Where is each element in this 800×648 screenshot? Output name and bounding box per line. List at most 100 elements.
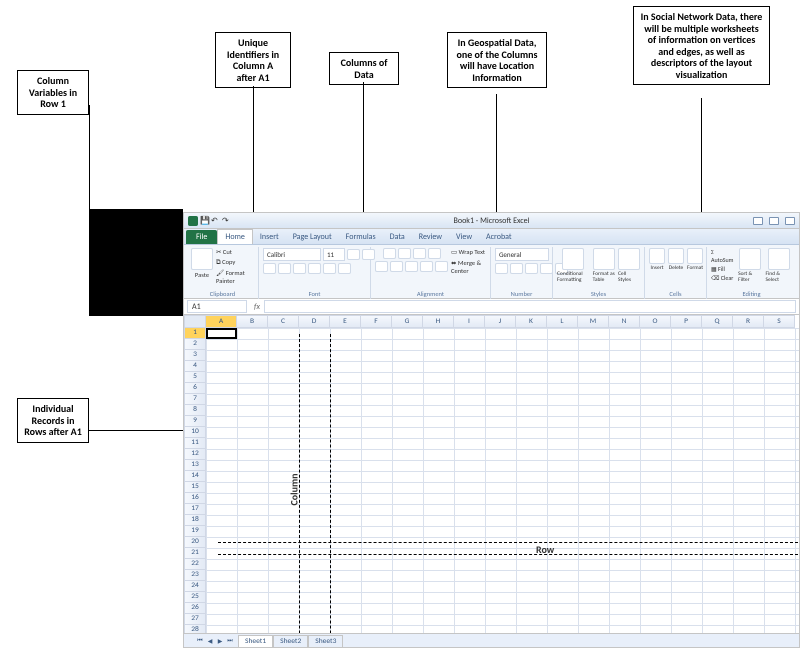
tab-formulas[interactable]: Formulas [339, 230, 383, 244]
close-button[interactable] [785, 217, 795, 225]
col-header-B[interactable]: B [237, 315, 268, 328]
col-header-S[interactable]: S [764, 315, 795, 328]
cut-button[interactable]: ✂ Cut [216, 248, 232, 256]
name-box[interactable]: A1 [187, 300, 247, 313]
row-header-23[interactable]: 23 [184, 570, 206, 581]
col-header-L[interactable]: L [547, 315, 578, 328]
formula-input[interactable] [264, 300, 796, 313]
sheet-tab-2[interactable]: Sheet2 [273, 635, 308, 647]
col-header-E[interactable]: E [330, 315, 361, 328]
col-header-N[interactable]: N [609, 315, 640, 328]
row-header-6[interactable]: 6 [184, 383, 206, 394]
grow-font-icon[interactable] [347, 249, 360, 260]
row-header-24[interactable]: 24 [184, 581, 206, 592]
row-header-28[interactable]: 28 [184, 625, 206, 633]
redo-icon[interactable]: ↷ [222, 216, 231, 225]
sheet-first-icon[interactable]: ⏮ [196, 637, 204, 645]
col-header-I[interactable]: I [454, 315, 485, 328]
align-bot-icon[interactable] [413, 248, 426, 259]
sheet-prev-icon[interactable]: ◀ [206, 637, 214, 645]
row-header-26[interactable]: 26 [184, 603, 206, 614]
indent-dec-icon[interactable] [420, 261, 433, 272]
fill-button[interactable]: ▦ Fill [711, 265, 725, 273]
row-header-18[interactable]: 18 [184, 515, 206, 526]
col-header-O[interactable]: O [640, 315, 671, 328]
autosum-button[interactable]: Σ AutoSum [711, 248, 735, 264]
orient-icon[interactable] [428, 248, 441, 259]
sheet-next-icon[interactable]: ▶ [216, 637, 224, 645]
sheet-tab-1[interactable]: Sheet1 [238, 635, 273, 647]
row-header-3[interactable]: 3 [184, 350, 206, 361]
align-center-icon[interactable] [390, 261, 403, 272]
col-header-D[interactable]: D [299, 315, 330, 328]
format-painter-button[interactable]: 🖌 Format Painter [216, 269, 254, 285]
tab-home[interactable]: Home [217, 229, 253, 244]
cell-styles-button[interactable]: Cell Styles [618, 248, 640, 283]
currency-icon[interactable] [495, 263, 508, 274]
align-left-icon[interactable] [375, 261, 388, 272]
wrap-text-button[interactable]: ▭ Wrap Text [451, 248, 485, 256]
row-header-15[interactable]: 15 [184, 482, 206, 493]
col-header-C[interactable]: C [268, 315, 299, 328]
sheet-tab-3[interactable]: Sheet3 [308, 635, 343, 647]
row-header-11[interactable]: 11 [184, 438, 206, 449]
delete-cell-button[interactable]: Delete [668, 248, 684, 271]
find-select-button[interactable]: Find & Select [765, 248, 792, 283]
percent-icon[interactable] [510, 263, 523, 274]
col-header-P[interactable]: P [671, 315, 702, 328]
active-cell[interactable] [206, 328, 237, 339]
row-header-14[interactable]: 14 [184, 471, 206, 482]
font-size-combo[interactable]: 11 [323, 248, 345, 261]
italic-button[interactable] [278, 263, 291, 274]
align-right-icon[interactable] [405, 261, 418, 272]
format-table-button[interactable]: Format as Table [593, 248, 615, 283]
indent-inc-icon[interactable] [435, 261, 448, 272]
tab-acrobat[interactable]: Acrobat [479, 230, 519, 244]
sort-filter-button[interactable]: Sort & Filter [738, 248, 762, 283]
borders-button[interactable] [308, 263, 321, 274]
cond-format-button[interactable]: Conditional Formatting [557, 248, 590, 283]
row-header-22[interactable]: 22 [184, 559, 206, 570]
save-icon[interactable]: 💾 [200, 216, 209, 225]
row-header-20[interactable]: 20 [184, 537, 206, 548]
copy-button[interactable]: ⧉ Copy [216, 258, 235, 267]
row-header-17[interactable]: 17 [184, 504, 206, 515]
col-header-Q[interactable]: Q [702, 315, 733, 328]
cells-area[interactable]: Column Row [206, 328, 799, 633]
bold-button[interactable] [263, 263, 276, 274]
col-header-F[interactable]: F [361, 315, 392, 328]
comma-icon[interactable] [525, 263, 538, 274]
format-cell-button[interactable]: Format [687, 248, 703, 271]
col-header-M[interactable]: M [578, 315, 609, 328]
row-header-7[interactable]: 7 [184, 394, 206, 405]
row-header-5[interactable]: 5 [184, 372, 206, 383]
select-all-corner[interactable] [184, 315, 206, 328]
row-header-12[interactable]: 12 [184, 449, 206, 460]
sheet-last-icon[interactable]: ⏭ [226, 637, 234, 645]
insert-cell-button[interactable]: Insert [649, 248, 665, 271]
row-header-27[interactable]: 27 [184, 614, 206, 625]
tab-insert[interactable]: Insert [253, 230, 286, 244]
col-header-H[interactable]: H [423, 315, 454, 328]
fx-icon[interactable]: fx [250, 302, 264, 312]
row-header-16[interactable]: 16 [184, 493, 206, 504]
row-header-8[interactable]: 8 [184, 405, 206, 416]
maximize-button[interactable] [769, 217, 779, 225]
col-header-A[interactable]: A [206, 315, 237, 328]
fill-color-button[interactable] [323, 263, 336, 274]
row-header-10[interactable]: 10 [184, 427, 206, 438]
col-header-R[interactable]: R [733, 315, 764, 328]
inc-dec-icon[interactable] [540, 263, 553, 274]
col-header-G[interactable]: G [392, 315, 423, 328]
row-header-21[interactable]: 21 [184, 548, 206, 559]
row-header-1[interactable]: 1 [184, 328, 206, 339]
tab-view[interactable]: View [449, 230, 479, 244]
align-mid-icon[interactable] [398, 248, 411, 259]
row-header-13[interactable]: 13 [184, 460, 206, 471]
undo-icon[interactable]: ↶ [211, 216, 220, 225]
font-color-button[interactable] [338, 263, 351, 274]
paste-button[interactable]: Paste [191, 248, 213, 279]
tab-review[interactable]: Review [412, 230, 449, 244]
col-header-K[interactable]: K [516, 315, 547, 328]
font-name-combo[interactable]: Calibri [263, 248, 321, 261]
